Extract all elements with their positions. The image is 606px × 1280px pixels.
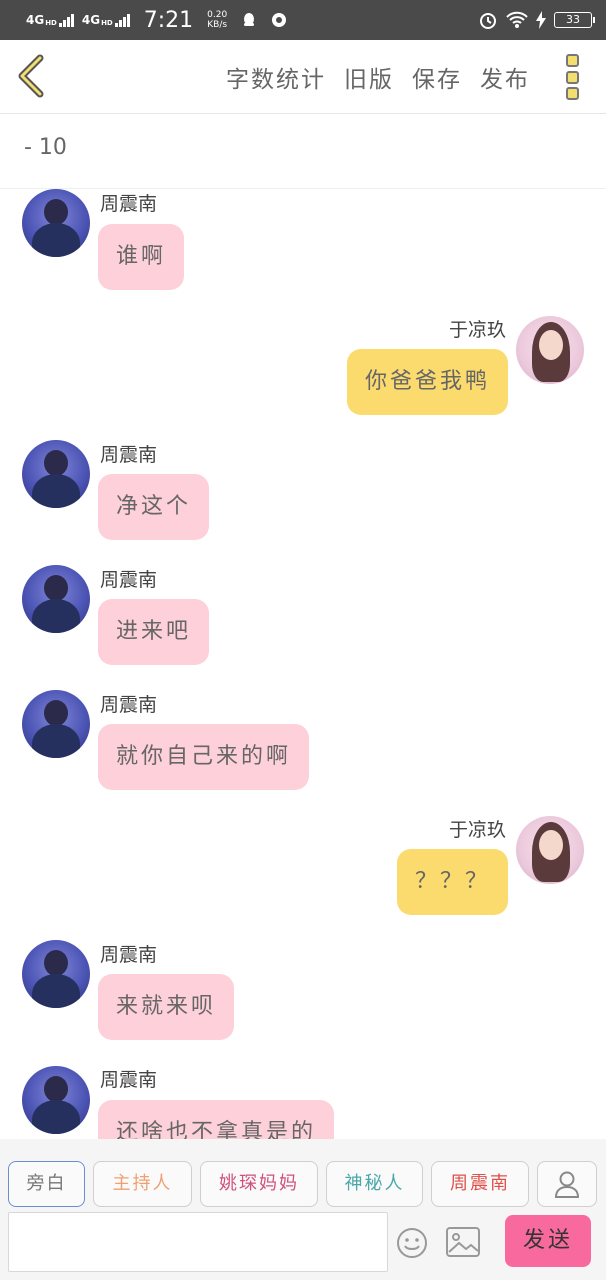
- charging-icon: [536, 11, 546, 29]
- sender-name: 周震南: [100, 444, 158, 466]
- chat-area[interactable]: 周震南 谁啊 于凉玖 你爸爸我鸭 周震南 净这个 周震南 进来吧 周震南 就你自…: [0, 189, 606, 1139]
- wifi-icon: [506, 11, 528, 28]
- more-dot-icon: [566, 87, 579, 100]
- battery-indicator: 33: [554, 12, 595, 28]
- add-role-button[interactable]: [537, 1161, 597, 1207]
- word-count-button[interactable]: 字数统计: [226, 60, 326, 94]
- role-zhou[interactable]: 周震南: [431, 1161, 529, 1207]
- more-dot-icon: [566, 70, 579, 84]
- emoji-icon[interactable]: [396, 1227, 428, 1259]
- network-speed: 0.20 KB/s: [207, 10, 228, 30]
- sender-name: 周震南: [100, 694, 158, 716]
- role-narrator[interactable]: 旁白: [8, 1161, 85, 1207]
- back-button[interactable]: [14, 54, 50, 98]
- more-menu-button[interactable]: [566, 54, 580, 100]
- message-bubble[interactable]: 谁啊: [98, 224, 185, 290]
- message-bubble[interactable]: 来就来呗: [98, 974, 235, 1040]
- message-bubble[interactable]: ？？？: [396, 849, 508, 915]
- avatar-yu[interactable]: [516, 316, 584, 384]
- role-mystery[interactable]: 神秘人: [326, 1161, 423, 1207]
- message-bubble[interactable]: 净这个: [98, 474, 210, 540]
- chapter-title[interactable]: - 10: [0, 115, 606, 189]
- app-notification-icon: [272, 13, 287, 27]
- message-bubble[interactable]: 还啥也不拿真是的: [98, 1100, 335, 1139]
- avatar-zhou[interactable]: [22, 690, 90, 758]
- sender-name: 于凉玖: [448, 819, 506, 841]
- avatar-yu[interactable]: [516, 816, 584, 884]
- avatar-zhou[interactable]: [22, 940, 90, 1008]
- role-host[interactable]: 主持人: [93, 1161, 192, 1207]
- avatar-zhou[interactable]: [22, 565, 90, 633]
- signal-indicator-2: 4G HD: [82, 13, 130, 27]
- message-bubble[interactable]: 你爸爸我鸭: [346, 349, 508, 415]
- sender-name: 于凉玖: [448, 319, 506, 341]
- composer-bar: 旁白 主持人 姚琛妈妈 神秘人 周震南 发送: [0, 1139, 606, 1280]
- role-selector: 旁白 主持人 姚琛妈妈 神秘人 周震南: [8, 1161, 597, 1207]
- avatar-zhou[interactable]: [22, 1066, 90, 1134]
- send-button[interactable]: 发送: [505, 1215, 591, 1267]
- status-bar: 4G HD 4G HD 7:21 0.20 KB/s 33: [0, 0, 606, 40]
- message-bubble[interactable]: 进来吧: [98, 599, 210, 665]
- sender-name: 周震南: [100, 193, 158, 215]
- clock: 7:21: [143, 7, 194, 33]
- save-button[interactable]: 保存: [412, 60, 462, 94]
- old-version-button[interactable]: 旧版: [344, 60, 394, 94]
- image-icon[interactable]: [446, 1227, 480, 1257]
- qq-icon: [244, 13, 255, 26]
- role-yao-mom[interactable]: 姚琛妈妈: [200, 1161, 318, 1207]
- sender-name: 周震南: [100, 1069, 158, 1091]
- signal-indicator-1: 4G HD: [26, 13, 74, 27]
- editor-header: 字数统计 旧版 保存 发布: [0, 40, 606, 114]
- avatar-zhou[interactable]: [22, 189, 90, 257]
- message-bubble[interactable]: 就你自己来的啊: [98, 724, 310, 790]
- sender-name: 周震南: [100, 944, 158, 966]
- user-icon: [554, 1171, 580, 1198]
- more-dot-icon: [566, 54, 579, 67]
- publish-button[interactable]: 发布: [480, 60, 530, 94]
- message-input[interactable]: [8, 1212, 388, 1272]
- alarm-icon: [480, 13, 496, 29]
- avatar-zhou[interactable]: [22, 440, 90, 508]
- sender-name: 周震南: [100, 569, 158, 591]
